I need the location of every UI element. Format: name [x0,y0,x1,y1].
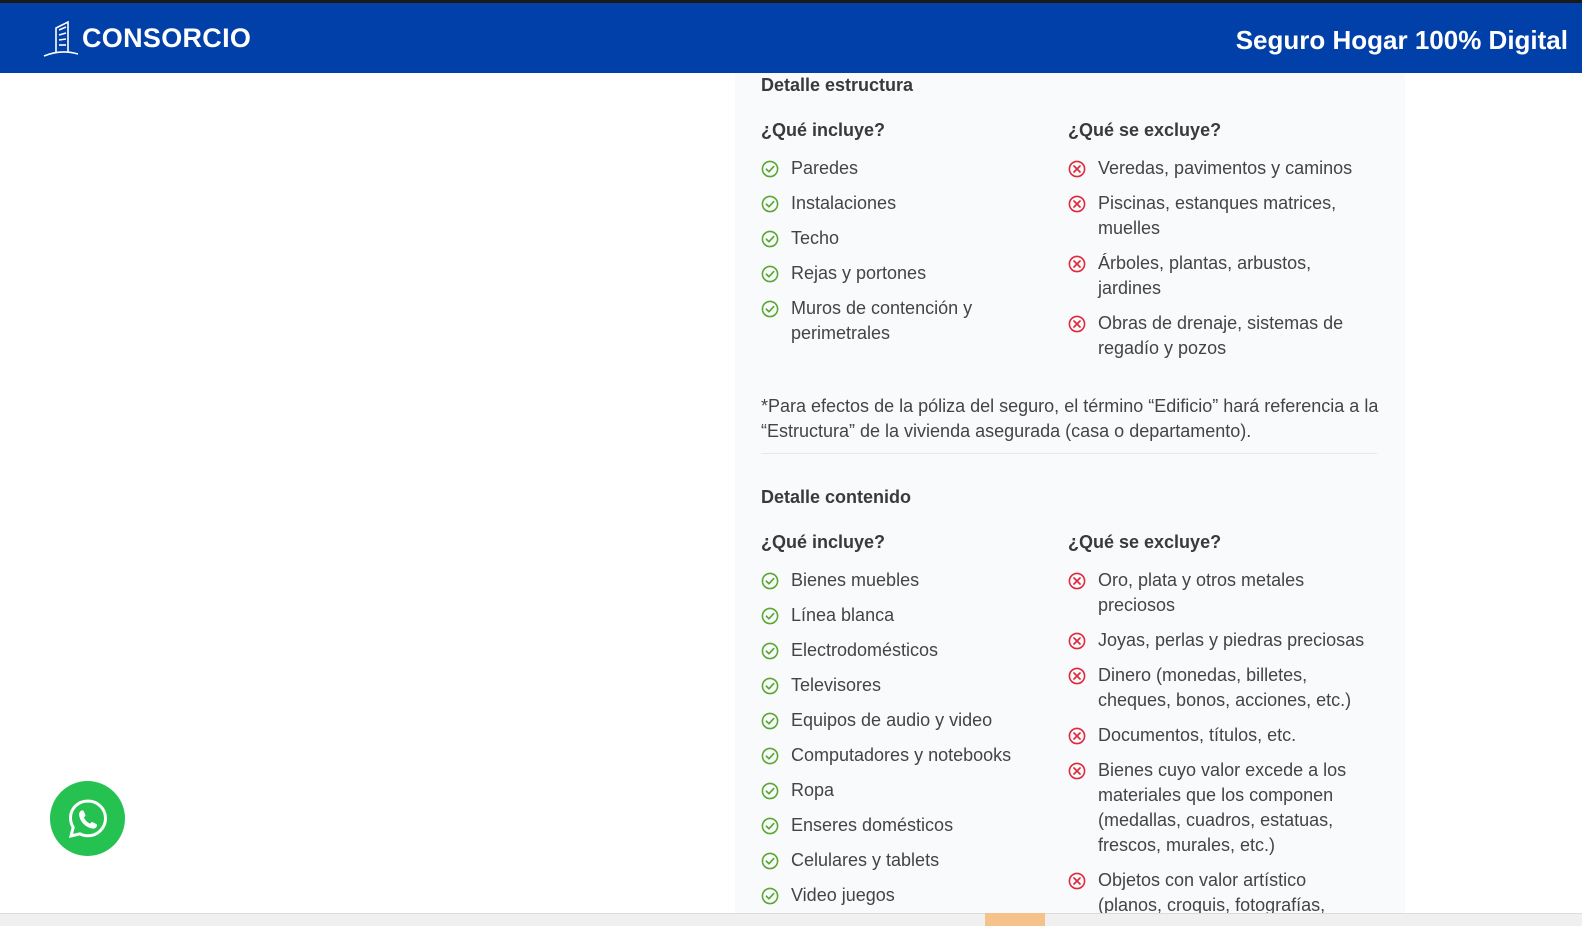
item-label: Obras de drenaje, sistemas de regadío y … [1098,313,1344,358]
check-circle-icon [761,677,779,695]
included-item: Muros de contención y perimetrales [761,296,1051,346]
excluded-item: Oro, plata y otros metales preciosos [1068,568,1368,618]
item-label: Techo [791,228,840,248]
scrollbar-accent [985,913,1045,926]
item-label: Joyas, perlas y piedras preciosas [1098,630,1365,650]
whatsapp-icon [68,798,107,838]
horizontal-scrollbar[interactable] [0,913,1582,926]
x-circle-icon [1068,872,1086,890]
coverage-detail-card: Detalle estructura ¿Qué incluye? Paredes… [735,73,1405,926]
x-circle-icon [1068,195,1086,213]
item-label: Bienes muebles [791,570,920,590]
included-item: Electrodomésticos [761,638,1051,663]
item-label: Paredes [791,158,859,178]
excluded-item: Objetos con valor artístico (planos, cro… [1068,868,1368,918]
item-label: Enseres domésticos [791,815,954,835]
x-circle-icon [1068,762,1086,780]
included-item: Televisores [761,673,1051,698]
x-circle-icon [1068,727,1086,745]
check-circle-icon [761,572,779,590]
included-item: Bienes muebles [761,568,1051,593]
estructura-includes: ¿Qué incluye? Paredes Instalaciones Techo R… [761,120,1051,356]
estructura-section: Detalle estructura ¿Qué incluye? Paredes… [761,75,1381,444]
item-label: Objetos con valor artístico (planos, cro… [1098,870,1326,915]
item-label: Árboles, plantas, arbustos, jardines [1098,253,1312,298]
top-header: CONSORCIO Seguro Hogar 100% Digital [0,0,1582,73]
check-circle-icon [761,817,779,835]
included-item: Equipos de audio y video [761,708,1051,733]
check-circle-icon [761,642,779,660]
contenido-includes: ¿Qué incluye? Bienes muebles Línea blanca… [761,532,1051,918]
check-circle-icon [761,230,779,248]
x-circle-icon [1068,315,1086,333]
building-logo-icon [43,20,79,57]
section-divider [761,453,1377,454]
check-circle-icon [761,782,779,800]
excluded-item: Piscinas, estanques matrices, muelles [1068,191,1368,241]
estructura-excludes: ¿Qué se excluye? Veredas, pavimentos y c… [1068,120,1368,371]
check-circle-icon [761,712,779,730]
estructura-footnote: *Para efectos de la póliza del seguro, e… [761,396,1379,441]
x-circle-icon [1068,572,1086,590]
x-circle-icon [1068,255,1086,273]
item-label: Video juegos [791,885,895,905]
x-circle-icon [1068,667,1086,685]
contenido-section: Detalle contenido ¿Qué incluye? Bienes m… [761,487,1381,952]
excluded-item: Árboles, plantas, arbustos, jardines [1068,251,1368,301]
item-label: Rejas y portones [791,263,927,283]
brand-name: CONSORCIO [82,22,252,53]
item-label: Veredas, pavimentos y caminos [1098,158,1353,178]
item-label: Piscinas, estanques matrices, muelles [1098,193,1337,238]
included-item: Enseres domésticos [761,813,1051,838]
included-item: Techo [761,226,1051,251]
item-label: Computadores y notebooks [791,745,1012,765]
check-circle-icon [761,195,779,213]
item-label: Celulares y tablets [791,850,940,870]
excluded-item: Documentos, títulos, etc. [1068,723,1368,748]
include-heading: ¿Qué incluye? [761,120,886,140]
item-label: Oro, plata y otros metales preciosos [1098,570,1305,615]
excluded-item: Dinero (monedas, billetes, cheques, bono… [1068,663,1368,713]
x-circle-icon [1068,632,1086,650]
x-circle-icon [1068,160,1086,178]
exclude-heading: ¿Qué se excluye? [1068,120,1222,140]
include-heading: ¿Qué incluye? [761,532,886,552]
check-circle-icon [761,747,779,765]
section-title-estructura: Detalle estructura [761,75,914,95]
item-label: Instalaciones [791,193,897,213]
included-item: Rejas y portones [761,261,1051,286]
contenido-excludes: ¿Qué se excluye? Oro, plata y otros meta… [1068,532,1368,928]
item-label: Dinero (monedas, billetes, cheques, bono… [1098,665,1352,710]
consorcio-logo[interactable]: CONSORCIO [42,18,251,58]
item-label: Equipos de audio y video [791,710,993,730]
item-label: Documentos, títulos, etc. [1098,725,1297,745]
excluded-item: Obras de drenaje, sistemas de regadío y … [1068,311,1368,361]
included-item: Instalaciones [761,191,1051,216]
item-label: Electrodomésticos [791,640,939,660]
check-circle-icon [761,852,779,870]
exclude-heading: ¿Qué se excluye? [1068,532,1222,552]
check-circle-icon [761,607,779,625]
check-circle-icon [761,300,779,318]
item-label: Ropa [791,780,835,800]
item-label: Televisores [791,675,882,695]
page-title: Seguro Hogar 100% Digital [1235,25,1568,55]
check-circle-icon [761,265,779,283]
whatsapp-chat-button[interactable] [50,781,125,856]
included-item: Línea blanca [761,603,1051,628]
included-item: Celulares y tablets [761,848,1051,873]
excluded-item: Bienes cuyo valor excede a los materiale… [1068,758,1368,858]
excluded-item: Veredas, pavimentos y caminos [1068,156,1368,181]
check-circle-icon [761,887,779,905]
included-item: Computadores y notebooks [761,743,1051,768]
included-item: Video juegos [761,883,1051,908]
item-label: Muros de contención y perimetrales [791,298,973,343]
section-title-contenido: Detalle contenido [761,487,912,507]
included-item: Ropa [761,778,1051,803]
included-item: Paredes [761,156,1051,181]
excluded-item: Joyas, perlas y piedras preciosas [1068,628,1368,653]
item-label: Línea blanca [791,605,895,625]
check-circle-icon [761,160,779,178]
item-label: Bienes cuyo valor excede a los materiale… [1098,760,1347,855]
